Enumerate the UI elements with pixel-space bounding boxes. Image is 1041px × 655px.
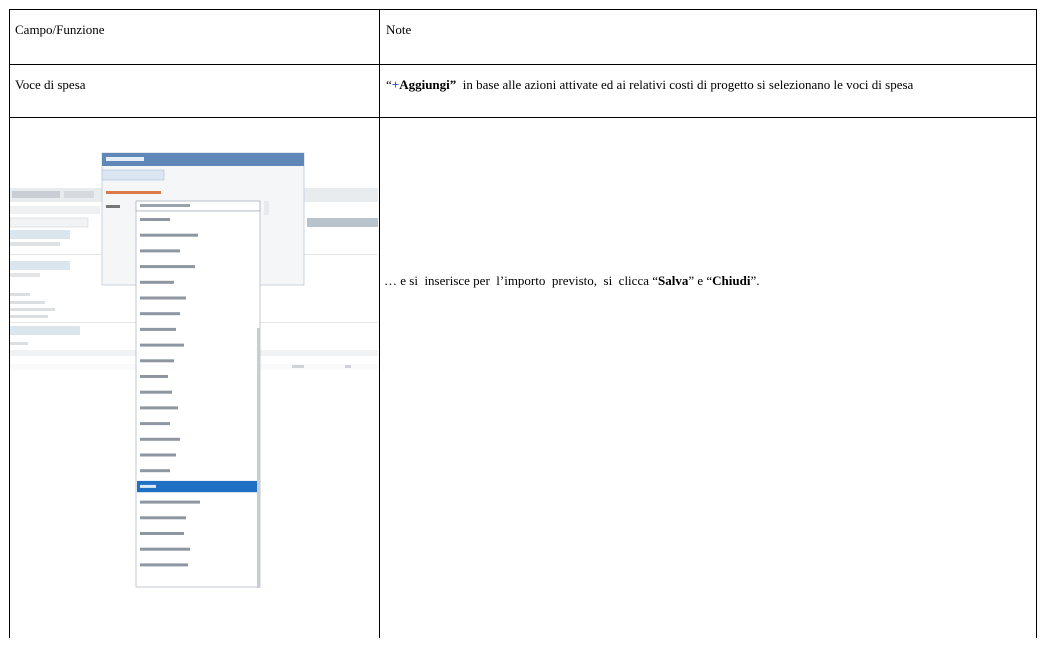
cell-screenshot-note: … e si inserisce per l’importo previsto,…	[379, 117, 1037, 638]
caption-salva: Salva	[658, 273, 689, 288]
dropdown-item[interactable]	[140, 422, 170, 426]
salva-chiudi-caption: … e si inserisce per l’importo previsto,…	[384, 273, 1020, 289]
dropdown-item[interactable]	[140, 296, 186, 300]
bg-sidebar-item-3	[10, 326, 80, 335]
dropdown-item[interactable]	[140, 343, 184, 347]
dropdown-item[interactable]	[140, 484, 156, 488]
note-rest: in base alle azioni attivate ed ai relat…	[456, 77, 914, 92]
modal-label	[106, 205, 120, 208]
cell-voce-note: “+Aggiungi” in base alle azioni attivate…	[379, 64, 1037, 118]
voce-di-spesa-label: Voce di spesa	[15, 77, 86, 92]
bg-sidebar-item	[10, 230, 70, 239]
document-table: Campo/Funzione Note Voce di spesa “+Aggi…	[9, 9, 1037, 638]
dropdown-item[interactable]	[140, 547, 190, 551]
note-aggiungi: Aggiungi”	[399, 77, 457, 92]
bg-line-4	[10, 301, 45, 304]
bg-line-7	[10, 342, 28, 345]
caption-part-c: ”.	[750, 273, 760, 288]
dropdown-item[interactable]	[140, 375, 168, 378]
select-value	[140, 204, 190, 207]
dropdown-item[interactable]	[140, 218, 170, 221]
dropdown-item[interactable]	[140, 312, 180, 316]
bg-tab-1	[12, 191, 60, 198]
bg-line-3	[10, 293, 30, 296]
bg-input	[10, 217, 89, 228]
dropdown-item[interactable]	[140, 406, 178, 410]
bg-line-5	[10, 308, 55, 311]
select-side	[264, 201, 269, 215]
bg-line-2	[10, 273, 40, 277]
bg-tab-2	[64, 191, 94, 198]
caption-chiudi: Chiudi	[712, 273, 751, 288]
modal-tab	[101, 169, 165, 181]
embedded-screenshot	[10, 118, 379, 638]
header-note-label: Note	[386, 22, 412, 37]
dropdown-item[interactable]	[140, 437, 180, 441]
modal-hint	[106, 191, 161, 194]
header-campo-label: Campo/Funzione	[15, 22, 105, 37]
caption-part-a: … e si inserisce per l’importo previsto,…	[384, 273, 659, 288]
header-cell-campo: Campo/Funzione	[9, 9, 380, 65]
bg-cell	[292, 365, 304, 368]
dropdown-item[interactable]	[140, 327, 176, 331]
row-screenshot: … e si inserisce per l’importo previsto,…	[9, 117, 1037, 638]
dropdown-item[interactable]	[140, 563, 188, 567]
bg-sidebar-item-2	[10, 261, 70, 270]
row-voce-di-spesa: Voce di spesa “+Aggiungi” in base alle a…	[9, 64, 1037, 118]
dropdown-item[interactable]	[140, 359, 174, 363]
screenshot-thumbnail	[10, 152, 378, 588]
cell-voce-di-spesa: Voce di spesa	[9, 64, 380, 118]
dropdown-item[interactable]	[140, 233, 198, 237]
bg-breadcrumb	[10, 206, 100, 214]
dropdown-item[interactable]	[140, 390, 172, 394]
dropdown-item[interactable]	[140, 265, 195, 269]
dropdown-item[interactable]	[140, 280, 174, 284]
caption-part-b: ” e “	[688, 273, 713, 288]
dropdown-item[interactable]	[140, 249, 180, 253]
dropdown-item[interactable]	[140, 469, 170, 473]
bg-line	[10, 242, 60, 246]
header-cell-note: Note	[379, 9, 1037, 65]
screenshot-note: … e si inserisce per l’importo previsto,…	[380, 118, 1036, 638]
dropdown-item[interactable]	[140, 453, 176, 457]
voce-note-text: “+Aggiungi” in base alle azioni attivate…	[380, 65, 1036, 93]
dropdown-item[interactable]	[140, 532, 184, 535]
dropdown-item[interactable]	[140, 516, 186, 520]
bg-line-6	[10, 315, 48, 318]
dropdown-scrollbar[interactable]	[257, 328, 260, 588]
bg-search-button	[307, 218, 378, 227]
modal-title-text	[106, 157, 144, 161]
header-row: Campo/Funzione Note	[9, 9, 1037, 65]
dropdown-item[interactable]	[140, 500, 200, 504]
bg-cell-2	[345, 365, 351, 368]
cell-screenshot	[9, 117, 380, 638]
